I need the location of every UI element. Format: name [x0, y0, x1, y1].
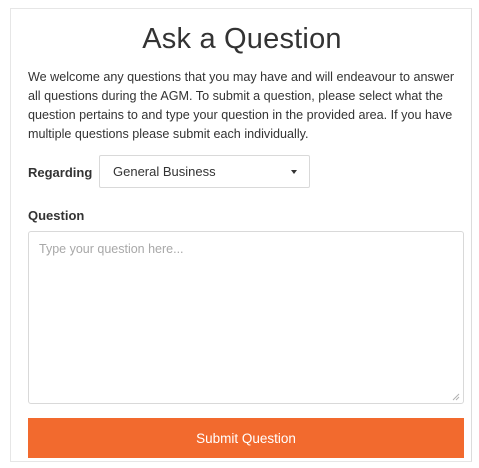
- regarding-label: Regarding: [28, 165, 93, 180]
- intro-text: We welcome any questions that you may ha…: [28, 70, 455, 141]
- resize-handle-icon[interactable]: [451, 392, 460, 401]
- page-title: Ask a Question: [142, 23, 342, 55]
- regarding-selected-value: General Business: [113, 164, 216, 179]
- question-input[interactable]: [28, 231, 464, 404]
- ask-question-panel: Ask a Question We welcome any questions …: [10, 8, 472, 462]
- regarding-select[interactable]: General Business: [99, 155, 310, 188]
- question-label: Question: [28, 208, 85, 223]
- submit-question-button[interactable]: Submit Question: [28, 418, 464, 458]
- chevron-down-icon: [291, 170, 297, 174]
